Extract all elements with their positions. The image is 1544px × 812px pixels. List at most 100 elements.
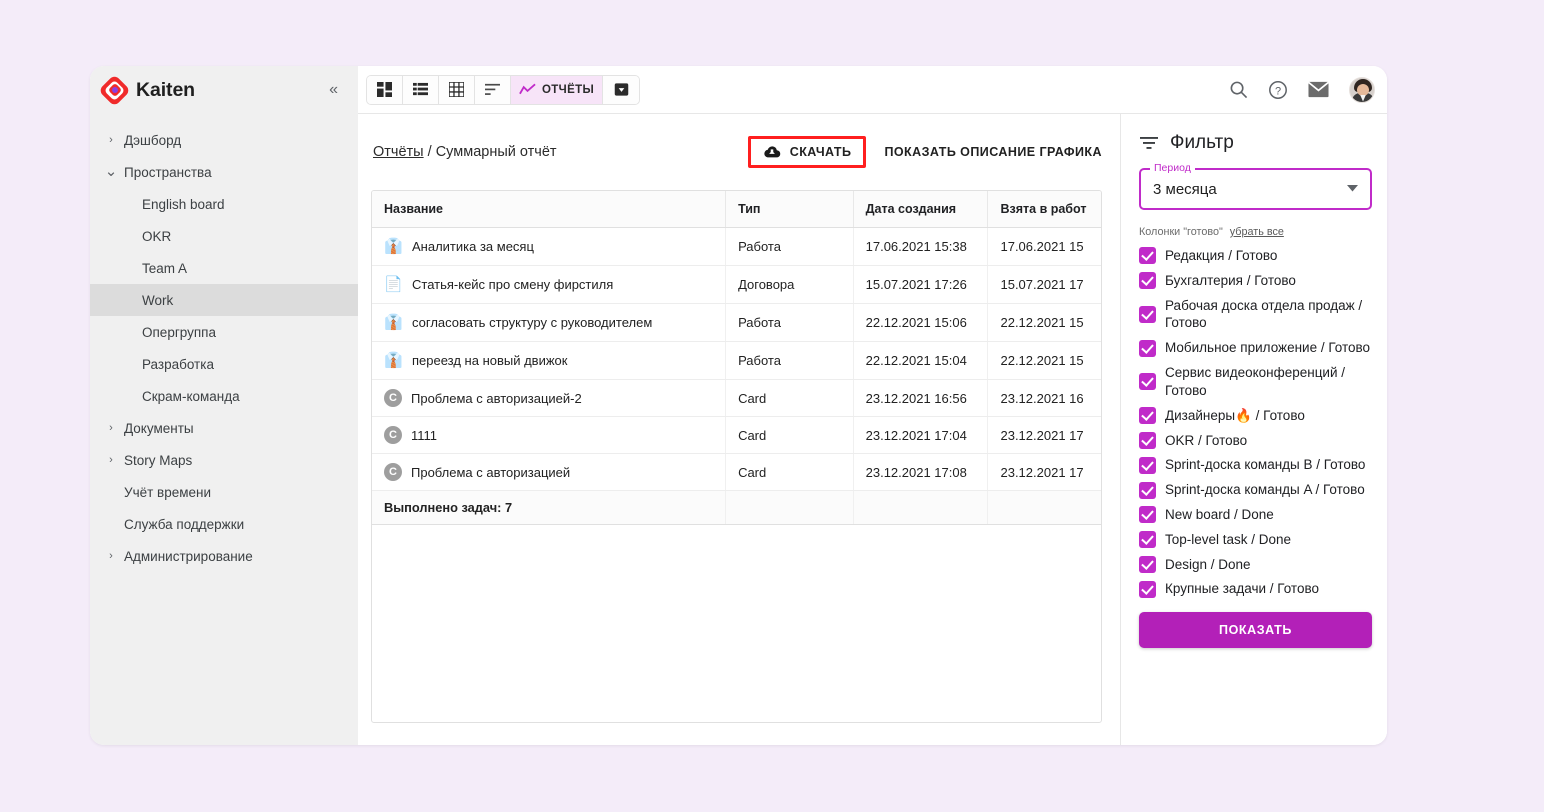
sidebar-item-4[interactable]: Team A — [90, 252, 358, 284]
list-icon — [413, 82, 428, 96]
row-name: Аналитика за месяц — [412, 239, 534, 254]
done-column-checkbox-10[interactable]: Top-level task / Done — [1139, 531, 1372, 549]
row-name: согласовать структуру с руководителем — [412, 315, 653, 330]
checkbox-checked-icon[interactable] — [1139, 555, 1156, 573]
cell-created: 23.12.2021 17:08 — [853, 453, 989, 491]
sidebar-item-7[interactable]: Разработка — [90, 348, 358, 380]
total-empty-cell — [987, 490, 1101, 525]
sidebar-item-label: Дэшборд — [124, 132, 182, 148]
checkbox-label: Редакция / Готово — [1165, 248, 1278, 263]
checkbox-checked-icon[interactable] — [1139, 431, 1156, 449]
sidebar-item-13[interactable]: › Администрирование — [90, 540, 358, 572]
column-header-3[interactable]: Взята в работ — [987, 191, 1101, 228]
person-card-icon: 👔 — [384, 314, 403, 331]
checkbox-checked-icon[interactable] — [1139, 247, 1156, 265]
table-row[interactable]: C Проблема с авторизацией-2 Card 23.12.2021… — [372, 379, 1101, 417]
sidebar-item-9[interactable]: › Документы — [90, 412, 358, 444]
report-table: Название Тип Дата создания Взята в работ 👔 А… — [372, 191, 1101, 525]
checkbox-label: Бухгалтерия / Готово — [1165, 272, 1296, 288]
table-row[interactable]: 👔 Аналитика за месяц Работа 17.06.2021 15:3… — [372, 227, 1101, 266]
grid-view-button[interactable] — [439, 75, 475, 104]
mail-icon[interactable] — [1308, 81, 1329, 98]
clear-all-link[interactable]: убрать все — [1230, 226, 1284, 238]
sidebar-item-12[interactable]: Служба поддержки — [90, 508, 358, 540]
done-column-checkbox-4[interactable]: Сервис видеоконференций / Готово — [1139, 364, 1372, 400]
report-table-container: Название Тип Дата создания Взята в работ 👔 А… — [371, 190, 1102, 723]
breadcrumb-reports-link[interactable]: Отчёты — [373, 144, 424, 160]
sidebar-collapse-icon[interactable]: « — [325, 78, 342, 102]
columns-label: Колонки "готово" — [1139, 226, 1223, 238]
done-column-checkbox-7[interactable]: Sprint-доска команды B / Готово — [1139, 456, 1372, 474]
done-column-checkbox-3[interactable]: Мобильное приложение / Готово — [1139, 339, 1372, 357]
list-view-button[interactable] — [403, 75, 439, 104]
row-name: Статья-кейс про смену фирстиля — [412, 277, 614, 292]
column-header-0[interactable]: Название — [372, 191, 727, 228]
sidebar-item-6[interactable]: Опергруппа — [90, 316, 358, 348]
done-column-checkbox-0[interactable]: Редакция / Готово — [1139, 247, 1372, 265]
cell-created: 22.12.2021 15:04 — [853, 341, 989, 380]
chevron-right-icon: › — [109, 422, 113, 434]
checkbox-checked-icon[interactable] — [1139, 339, 1156, 357]
table-row[interactable]: C 1111 Card 23.12.2021 17:04 23.12.2021 17 — [372, 416, 1101, 454]
column-header-1[interactable]: Тип — [725, 191, 854, 228]
checkbox-label: Рабочая доска отдела продаж / Готово — [1165, 297, 1363, 331]
done-column-checkbox-6[interactable]: OKR / Готово — [1139, 431, 1372, 450]
table-row[interactable]: 👔 переезд на новый движок Работа 22.12.2021… — [372, 341, 1101, 380]
topbar: ОТЧЁТЫ ? — [358, 66, 1387, 114]
done-column-checkbox-1[interactable]: Бухгалтерия / Готово — [1139, 272, 1372, 290]
download-button[interactable]: СКАЧАТЬ — [757, 143, 858, 161]
reports-view-button[interactable]: ОТЧЁТЫ — [511, 75, 604, 104]
show-button[interactable]: ПОКАЗАТЬ — [1139, 612, 1372, 649]
checkbox-checked-icon[interactable] — [1139, 407, 1156, 425]
sidebar-item-10[interactable]: › Story Maps — [90, 444, 358, 476]
sidebar-item-0[interactable]: › Дэшборд — [90, 124, 358, 156]
checkbox-checked-icon[interactable] — [1139, 373, 1156, 391]
search-icon[interactable] — [1229, 80, 1248, 99]
sidebar-item-label: English board — [142, 196, 225, 212]
done-column-checkbox-11[interactable]: Design / Done — [1139, 555, 1372, 574]
sidebar-item-2[interactable]: English board — [90, 188, 358, 220]
checkbox-checked-icon[interactable] — [1139, 580, 1156, 598]
avatar[interactable] — [1349, 76, 1375, 103]
cloud-download-icon — [764, 146, 781, 158]
sidebar-item-5[interactable]: Work — [90, 284, 358, 316]
checkbox-checked-icon[interactable] — [1139, 481, 1156, 499]
row-name: Проблема с авторизацией-2 — [411, 390, 582, 406]
sidebar-item-3[interactable]: OKR — [90, 220, 358, 252]
reports-view-label: ОТЧЁТЫ — [542, 83, 595, 96]
chevron-right-icon: › — [109, 550, 113, 562]
sidebar-item-8[interactable]: Скрам-команда — [90, 380, 358, 412]
svg-text:?: ? — [1275, 85, 1281, 97]
table-row[interactable]: 👔 согласовать структуру с руководителем Ра… — [372, 303, 1101, 342]
sorted-view-button[interactable] — [475, 75, 511, 104]
sidebar-item-label: Story Maps — [124, 452, 193, 468]
column-header-2[interactable]: Дата создания — [853, 191, 989, 228]
done-column-checkbox-8[interactable]: Sprint-доска команды A / Готово — [1139, 481, 1372, 499]
sidebar-item-11[interactable]: Учёт времени — [90, 476, 358, 508]
done-column-checkbox-9[interactable]: New board / Done — [1139, 506, 1372, 524]
checkbox-checked-icon[interactable] — [1139, 272, 1156, 290]
table-row[interactable]: 📄 Статья-кейс про смену фирстиля Договора 1… — [372, 265, 1101, 304]
done-column-checkbox-12[interactable]: Крупные задачи / Готово — [1139, 580, 1372, 598]
checkbox-checked-icon[interactable] — [1139, 531, 1156, 549]
cell-type: Работа — [725, 303, 854, 342]
board-view-button[interactable] — [367, 75, 403, 104]
filter-title: Фильтр — [1170, 132, 1234, 153]
table-total-row: Выполнено задач: 7 — [372, 490, 1101, 525]
help-icon[interactable]: ? — [1268, 80, 1288, 100]
table-row[interactable]: C Проблема с авторизацией Card 23.12.2021 1… — [372, 453, 1101, 491]
checkbox-checked-icon[interactable] — [1139, 456, 1156, 474]
sidebar-item-1[interactable]: ⌄ Пространства — [90, 156, 358, 188]
sidebar-item-label: Опергруппа — [142, 324, 216, 340]
checkbox-checked-icon[interactable] — [1139, 305, 1156, 323]
show-chart-description-button[interactable]: ПОКАЗАТЬ ОПИСАНИЕ ГРАФИКА — [884, 145, 1102, 159]
report-actions: СКАЧАТЬ ПОКАЗАТЬ ОПИСАНИЕ ГРАФИКА — [747, 136, 1102, 168]
sidebar-item-label: Администрирование — [124, 548, 253, 564]
cell-created: 22.12.2021 15:06 — [853, 303, 989, 342]
done-column-checkbox-2[interactable]: Рабочая доска отдела продаж / Готово — [1139, 297, 1372, 333]
checkbox-checked-icon[interactable] — [1139, 506, 1156, 524]
period-select[interactable]: Период 3 месяца — [1139, 162, 1372, 210]
archive-view-button[interactable] — [603, 75, 640, 104]
done-column-checkbox-5[interactable]: Дизайнеры🔥 / Готово — [1139, 407, 1372, 425]
content-split: Отчёты / Суммарный отчёт СКАЧАТЬ ПОКАЗАТ… — [358, 114, 1387, 745]
